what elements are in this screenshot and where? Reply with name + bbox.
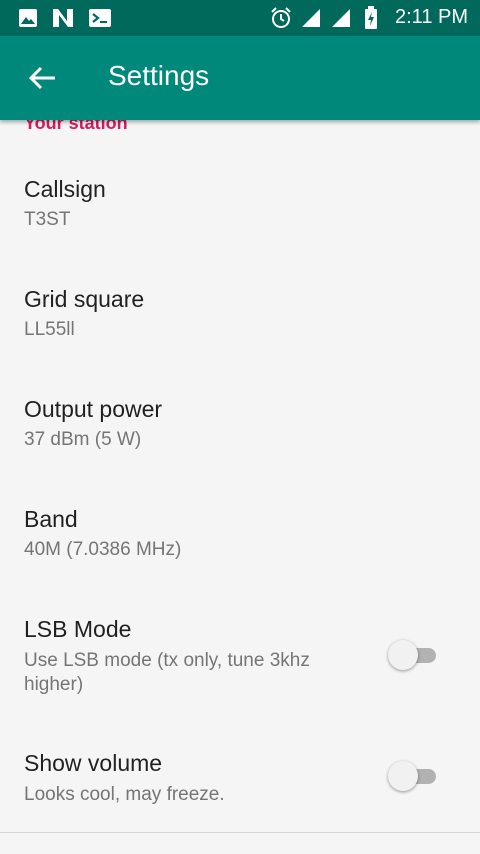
image-icon: [18, 8, 38, 33]
switch-thumb: [388, 640, 418, 670]
pref-output-power[interactable]: Output power 37 dBm (5 W): [0, 380, 480, 480]
switch-thumb: [388, 761, 418, 791]
divider: [0, 832, 480, 833]
pref-grid-square-summary: LL55ll: [24, 319, 75, 340]
pref-lsb-mode-summary-line2: higher): [24, 674, 84, 695]
arrow-back-icon: [22, 66, 62, 102]
app-bar: Settings: [0, 36, 480, 120]
signal-icon: [300, 8, 322, 33]
pref-lsb-mode-summary-line1: Use LSB mode (tx only, tune 3khz: [24, 650, 310, 671]
pref-show-volume-title: Show volume: [24, 750, 163, 776]
pref-callsign-title: Callsign: [24, 176, 106, 202]
pref-lsb-mode[interactable]: LSB Mode Use LSB mode (tx only, tune 3kh…: [0, 600, 480, 720]
pref-band-title: Band: [24, 506, 78, 532]
pref-show-volume-summary: Looks cool, may freeze.: [24, 784, 225, 805]
clock-time: 2:11 PM: [395, 6, 468, 28]
back-button[interactable]: [22, 58, 62, 98]
alarm-icon: [270, 7, 292, 34]
lsb-mode-switch[interactable]: [388, 640, 442, 670]
page-title: Settings: [108, 60, 210, 91]
signal-icon: [330, 8, 352, 33]
pref-output-power-summary: 37 dBm (5 W): [24, 429, 142, 450]
pref-grid-square[interactable]: Grid square LL55ll: [0, 270, 480, 370]
pref-band-summary: 40M (7.0386 MHz): [24, 539, 182, 560]
pref-band[interactable]: Band 40M (7.0386 MHz): [0, 490, 480, 590]
n-notification-icon: [52, 8, 74, 33]
pref-callsign-summary: T3ST: [24, 209, 71, 230]
pref-show-volume[interactable]: Show volume Looks cool, may freeze.: [0, 734, 480, 830]
status-bar: 2:11 PM: [0, 0, 480, 36]
terminal-icon: [88, 8, 112, 33]
pref-lsb-mode-title: LSB Mode: [24, 616, 132, 642]
pref-callsign[interactable]: Callsign T3ST: [0, 160, 480, 260]
battery-charging-icon: [364, 6, 378, 35]
pref-grid-square-title: Grid square: [24, 286, 145, 312]
pref-output-power-title: Output power: [24, 396, 163, 422]
show-volume-switch[interactable]: [388, 761, 442, 791]
